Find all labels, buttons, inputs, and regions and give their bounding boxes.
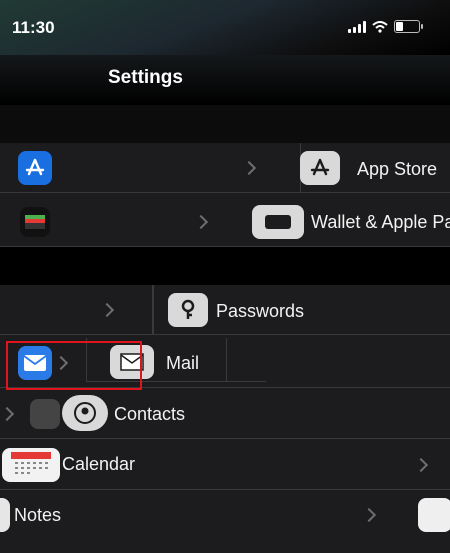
section-spacer [0, 105, 450, 143]
chevron-right-icon [193, 214, 209, 230]
section-spacer [0, 247, 450, 285]
wallet-icon [20, 207, 50, 237]
status-time: 11:30 [12, 18, 55, 37]
status-icons [348, 20, 423, 33]
nav-bar: Settings [0, 55, 450, 105]
page-title: Settings [108, 67, 183, 88]
settings-row-contacts[interactable]: Contacts [0, 389, 450, 439]
key-icon [168, 293, 208, 327]
contacts-icon [62, 395, 108, 431]
ghost-edge [152, 285, 154, 335]
row-label-mail: Mail [166, 353, 200, 373]
cellular-signal-icon [348, 20, 366, 33]
settings-row-wallet[interactable]: Wallet & Apple Pa [0, 197, 450, 247]
chevron-right-icon [413, 457, 429, 473]
app-store-icon [18, 151, 52, 185]
settings-row-app-store[interactable]: App Store [0, 143, 450, 193]
battery-icon [394, 20, 423, 33]
highlight-box [6, 341, 142, 390]
wifi-icon [372, 20, 388, 33]
settings-row-passwords[interactable]: Passwords [0, 285, 450, 335]
row-label-notes: Notes [14, 505, 62, 525]
status-bar: 11:30 [0, 0, 450, 55]
row-label-passwords: Passwords [216, 301, 305, 321]
row-label-contacts: Contacts [114, 404, 186, 424]
settings-row-calendar[interactable]: Calendar [0, 440, 450, 490]
wallet-ghost-icon [252, 205, 304, 239]
chevron-right-icon [0, 406, 15, 422]
chevron-right-icon [99, 302, 115, 318]
app-store-ghost-icon [300, 151, 340, 185]
notes-icon [0, 498, 10, 532]
ghost-edge [226, 338, 227, 382]
calendar-icon [2, 448, 60, 482]
settings-row-notes[interactable]: Notes [0, 490, 450, 553]
contacts-color-icon [30, 399, 60, 429]
row-label-app-store: App Store [357, 159, 438, 179]
notes-ghost-icon [418, 498, 450, 532]
row-label-calendar: Calendar [62, 454, 136, 474]
chevron-right-icon [361, 507, 377, 523]
row-label-wallet: Wallet & Apple Pa [311, 212, 450, 232]
chevron-right-icon [241, 160, 257, 176]
